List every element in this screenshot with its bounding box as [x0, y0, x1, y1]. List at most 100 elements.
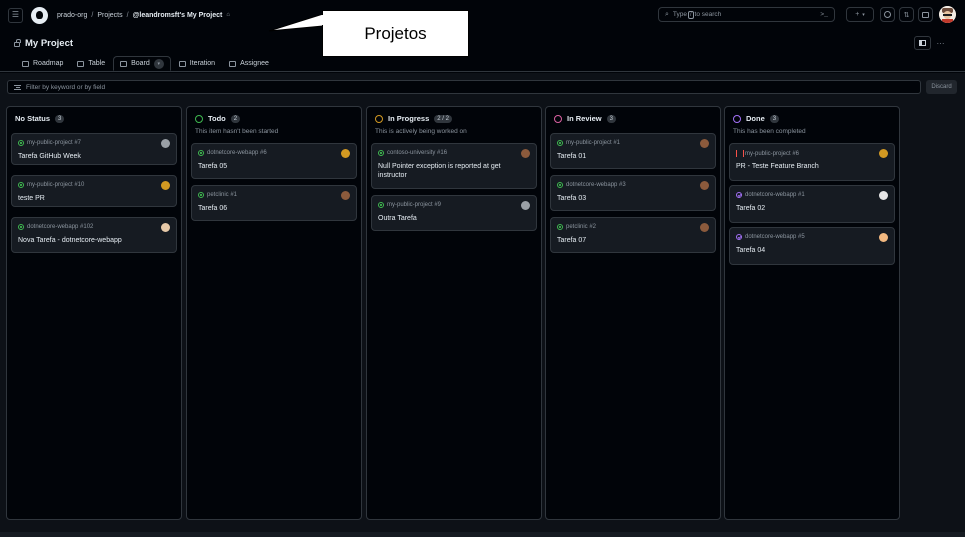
card-repo-ref[interactable]: my-public-project #6 [745, 151, 799, 157]
column-header[interactable]: Done 3 [733, 114, 780, 123]
issue-card[interactable]: my-public-project #6 PR - Teste Feature B… [729, 143, 895, 181]
card-title[interactable]: Outra Tarefa [378, 214, 508, 223]
card-title[interactable]: Null Pointer exception is reported at ge… [378, 162, 508, 180]
issue-card[interactable]: my-public-project #9 Outra Tarefa [371, 195, 537, 231]
column-header[interactable]: Todo 2 [195, 114, 241, 123]
more-options-button[interactable]: ··· [933, 36, 948, 50]
card-repo-ref[interactable]: dotnetcore-webapp #1 [745, 192, 805, 198]
column-count-badge: 3 [55, 114, 65, 123]
assignee-avatar[interactable] [700, 223, 709, 232]
lock-icon [14, 39, 21, 47]
card-title[interactable]: Tarefa GitHub Week [18, 152, 148, 161]
issue-card[interactable]: dotnetcore-webapp #5 Tarefa 04 [729, 227, 895, 265]
user-avatar[interactable] [939, 6, 956, 23]
open-issue-icon [198, 150, 204, 156]
assignee-avatar[interactable] [879, 149, 888, 158]
card-title[interactable]: Tarefa 02 [736, 204, 866, 213]
command-palette-icon[interactable]: >_ [820, 11, 828, 18]
assignee-avatar[interactable] [521, 201, 530, 210]
assignee-avatar[interactable] [161, 181, 170, 190]
hamburger-menu-icon[interactable]: ☰ [8, 7, 23, 23]
open-issue-icon [198, 192, 204, 198]
issue-card[interactable]: contoso-university #16 Null Pointer excep… [371, 143, 537, 189]
tab-iteration[interactable]: Iteration [173, 56, 221, 71]
issues-button[interactable] [880, 7, 895, 22]
side-panel-icon [919, 40, 926, 46]
status-dot-icon [375, 114, 383, 123]
issue-card[interactable]: petclinic #1 Tarefa 06 [191, 185, 357, 221]
create-new-button[interactable]: + ▾ [846, 7, 874, 22]
card-repo-ref[interactable]: contoso-university #16 [387, 150, 447, 156]
view-tabs: Roadmap Table Board ▾ Iteration Assignee [16, 56, 275, 71]
breadcrumb-separator: / [91, 11, 94, 19]
pull-requests-button[interactable]: ⇅ [899, 7, 914, 22]
issue-card[interactable]: my-public-project #1 Tarefa 01 [550, 133, 716, 169]
assignee-avatar[interactable] [161, 223, 170, 232]
issue-card[interactable]: my-public-project #10 teste PR [11, 175, 177, 207]
card-title[interactable]: PR - Teste Feature Branch [736, 162, 866, 171]
issue-card[interactable]: dotnetcore-webapp #6 Tarefa 05 [191, 143, 357, 179]
column-header[interactable]: In Progress 2 / 2 [375, 114, 452, 123]
assignee-avatar[interactable] [341, 149, 350, 158]
user-avatar-image [939, 6, 956, 23]
issue-card[interactable]: dotnetcore-webapp #1 Tarefa 02 [729, 185, 895, 223]
github-logo-icon[interactable] [31, 6, 48, 24]
card-title[interactable]: Tarefa 06 [198, 204, 328, 213]
status-dot-icon [554, 114, 562, 123]
card-repo-ref[interactable]: petclinic #1 [207, 192, 237, 198]
filter-input[interactable]: Filter by keyword or by field [7, 80, 921, 94]
breadcrumb-projects[interactable]: Projects [97, 12, 122, 19]
card-title[interactable]: Tarefa 07 [557, 236, 687, 245]
search-prefix: Type [672, 11, 688, 18]
side-panel-toggle-button[interactable] [914, 36, 931, 50]
column-header[interactable]: In Review 3 [554, 114, 616, 123]
card-title[interactable]: Tarefa 05 [198, 162, 328, 171]
card-title[interactable]: Tarefa 03 [557, 194, 687, 203]
assignee-avatar[interactable] [521, 149, 530, 158]
assignee-avatar[interactable] [879, 191, 888, 200]
card-repo-ref[interactable]: my-public-project #9 [387, 202, 441, 208]
issue-card[interactable]: dotnetcore-webapp #102 Nova Tarefa - dotn… [11, 217, 177, 253]
assignee-avatar[interactable] [700, 181, 709, 190]
card-title[interactable]: teste PR [18, 194, 148, 203]
search-input[interactable]: ⌕ Type / to search >_ [658, 7, 835, 22]
project-title: My Project [14, 38, 73, 49]
inbox-button[interactable] [918, 7, 933, 22]
card-repo-ref[interactable]: dotnetcore-webapp #5 [745, 234, 805, 240]
tab-roadmap[interactable]: Roadmap [16, 56, 69, 71]
card-meta: dotnetcore-webapp #1 [736, 192, 805, 198]
column-header[interactable]: No Status 3 [15, 114, 65, 123]
assignee-avatar[interactable] [879, 233, 888, 242]
column-count-badge: 2 [230, 114, 241, 123]
card-repo-ref[interactable]: dotnetcore-webapp #102 [27, 224, 93, 230]
board-column: In Review 3 my-public-project #1 Tarefa 01 d… [545, 106, 721, 520]
assignee-avatar[interactable] [341, 191, 350, 200]
horizontal-scrollbar[interactable] [0, 532, 965, 537]
issue-card[interactable]: petclinic #2 Tarefa 07 [550, 217, 716, 253]
tab-board[interactable]: Board ▾ [113, 56, 171, 71]
card-repo-ref[interactable]: petclinic #2 [566, 224, 596, 230]
tab-label: Roadmap [33, 60, 64, 67]
tab-options-icon[interactable]: ▾ [153, 58, 164, 69]
discard-button[interactable]: Discard [926, 80, 957, 94]
card-repo-ref[interactable]: my-public-project #10 [27, 182, 84, 188]
board-column: No Status 3 my-public-project #7 Tarefa Git… [6, 106, 182, 520]
open-issue-icon [557, 224, 563, 230]
card-repo-ref[interactable]: dotnetcore-webapp #6 [207, 150, 267, 156]
assignee-avatar[interactable] [161, 139, 170, 148]
tab-table[interactable]: Table [71, 56, 111, 71]
tab-assignee[interactable]: Assignee [223, 56, 275, 71]
issue-card[interactable]: dotnetcore-webapp #3 Tarefa 03 [550, 175, 716, 211]
issue-card[interactable]: my-public-project #7 Tarefa GitHub Week [11, 133, 177, 165]
card-title[interactable]: Tarefa 04 [736, 246, 866, 255]
breadcrumb-org[interactable]: prado-org [57, 12, 87, 19]
app-window: ☰ prado-org / Projects / @leandromsft's … [0, 0, 965, 537]
assignee-avatar[interactable] [700, 139, 709, 148]
breadcrumb-project[interactable]: @leandromsft's My Project [133, 12, 223, 19]
card-repo-ref[interactable]: my-public-project #7 [27, 140, 81, 146]
card-repo-ref[interactable]: my-public-project #1 [566, 140, 620, 146]
card-repo-ref[interactable]: dotnetcore-webapp #3 [566, 182, 626, 188]
card-title[interactable]: Nova Tarefa - dotnetcore-webapp [18, 236, 148, 245]
card-title[interactable]: Tarefa 01 [557, 152, 687, 161]
column-name: No Status [15, 114, 51, 123]
